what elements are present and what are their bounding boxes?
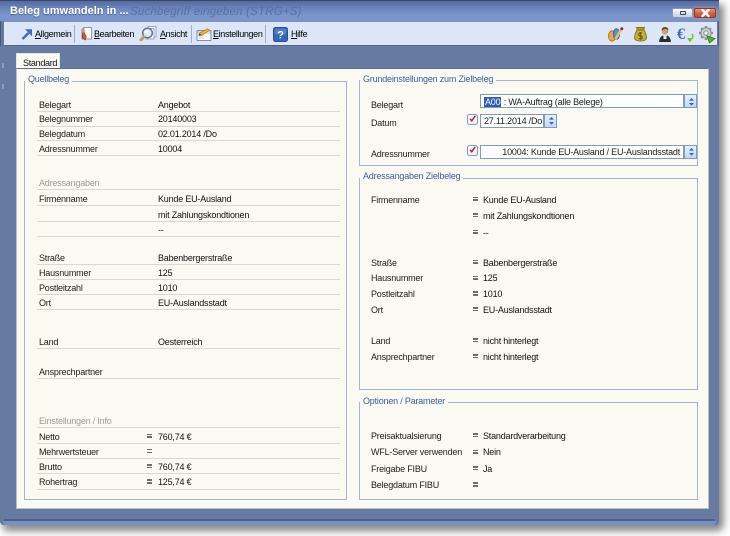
svg-text:?: ? [277,29,284,41]
svg-text:€: € [677,26,685,43]
